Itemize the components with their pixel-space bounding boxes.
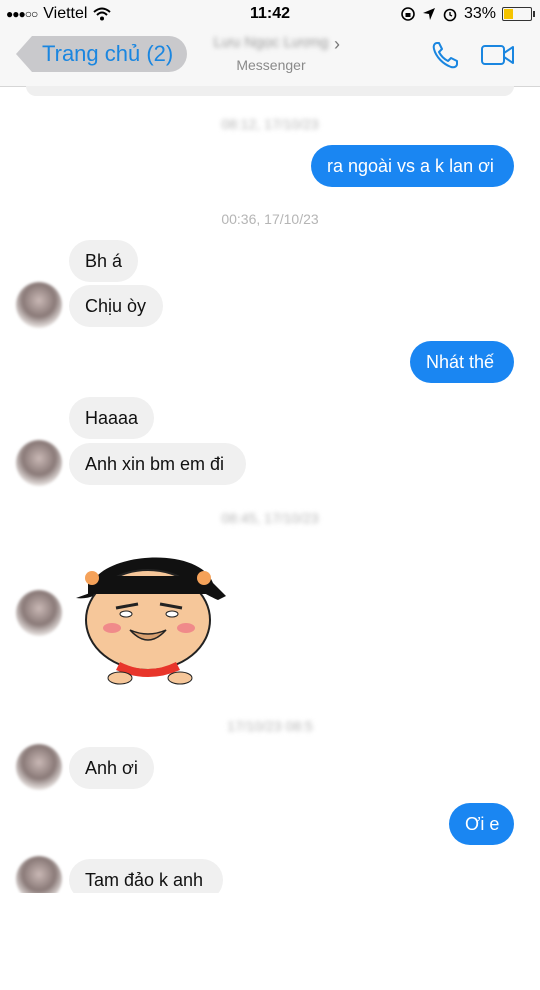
battery-percent: 33% <box>463 5 496 22</box>
video-icon[interactable] <box>480 42 516 68</box>
back-label: Trang chủ (2) <box>42 41 174 66</box>
timestamp: 17/10/23 08:5 <box>227 718 313 734</box>
message-bubble-incoming[interactable]: Anh ơi <box>69 747 154 789</box>
previous-content-edge <box>26 86 514 96</box>
app-subtitle: Messenger <box>236 57 306 73</box>
avatar[interactable] <box>16 440 62 486</box>
back-button[interactable]: Trang chủ (2) <box>16 36 188 72</box>
message-text: Chịu òy <box>85 295 147 316</box>
message-text: ra ngoài vs a k lan ơi <box>327 155 494 176</box>
message-text: Ơi e <box>465 813 500 834</box>
phone-icon[interactable] <box>430 40 462 70</box>
nav-bar: Trang chủ (2) Lưu Ngọc Lương Messenger › <box>0 28 540 87</box>
blank-footer <box>0 893 540 990</box>
status-bar: ●●●○○ Viettel 11:42 33% <box>0 0 540 28</box>
message-bubble-incoming[interactable]: Anh xin bm em đi <box>69 443 246 485</box>
location-icon <box>422 8 435 20</box>
message-text: Bh á <box>85 250 123 271</box>
lock-rotation-icon <box>401 7 415 21</box>
message-text: Anh ơi <box>85 757 138 778</box>
message-bubble-incoming[interactable]: Bh á <box>69 240 138 282</box>
avatar[interactable] <box>16 744 62 790</box>
avatar[interactable] <box>16 282 62 328</box>
message-bubble-outgoing[interactable]: ra ngoài vs a k lan ơi <box>311 145 514 187</box>
avatar[interactable] <box>16 590 62 636</box>
timestamp: 00:36, 17/10/23 <box>221 211 319 227</box>
message-text: Haaaa <box>85 407 139 428</box>
message-bubble-incoming[interactable]: Haaaa <box>69 397 154 439</box>
timestamp: 08:12, 17/10/23 <box>221 116 319 132</box>
chevron-right-icon[interactable]: › <box>334 34 340 55</box>
alarm-icon <box>443 8 457 22</box>
message-bubble-outgoing[interactable]: Ơi e <box>449 803 514 845</box>
conversation-title[interactable]: Lưu Ngọc Lương Messenger <box>196 34 346 73</box>
timestamp: 08:45, 17/10/23 <box>221 510 319 526</box>
battery-icon <box>502 7 535 21</box>
message-bubble-incoming[interactable]: Chịu òy <box>69 285 163 327</box>
message-text: Nhát thế <box>426 351 495 372</box>
message-bubble-outgoing[interactable]: Nhát thế <box>410 341 514 383</box>
message-text: Anh xin bm em đi <box>85 453 225 474</box>
message-text: Tam đảo k anh <box>85 869 204 890</box>
sticker-image[interactable] <box>68 538 228 688</box>
contact-name: Lưu Ngọc Lương <box>213 34 329 51</box>
